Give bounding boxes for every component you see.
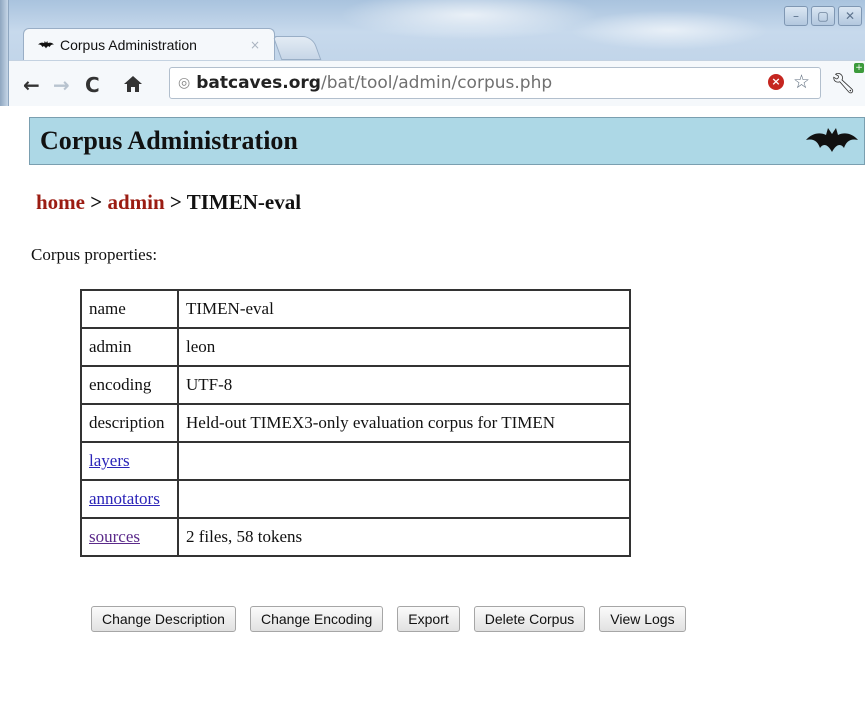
maximize-icon[interactable]: ▢	[811, 6, 835, 26]
layers-link[interactable]: layers	[89, 451, 130, 470]
sky-decoration	[569, 10, 769, 50]
breadcrumb-separator: >	[85, 190, 108, 214]
table-row: encoding UTF-8	[80, 365, 631, 405]
table-row: admin leon	[80, 327, 631, 367]
property-value	[177, 441, 631, 481]
delete-corpus-button[interactable]: Delete Corpus	[473, 606, 586, 632]
table-row: name TIMEN-eval	[80, 289, 631, 329]
breadcrumb-separator: >	[164, 190, 187, 214]
address-bar[interactable]: ◎ batcaves.org /bat/tool/admin/corpus.ph…	[169, 67, 821, 99]
bat-icon	[806, 128, 858, 152]
browser-tab[interactable]: Corpus Administration ×	[23, 28, 275, 61]
breadcrumb-current: TIMEN-eval	[186, 190, 302, 214]
forward-icon[interactable]: →	[53, 73, 70, 97]
browser-chrome: – ▢ ✕ Corpus Administration × ← → C ◎ ba…	[8, 0, 865, 107]
tab-title: Corpus Administration	[60, 37, 197, 53]
table-row: annotators	[80, 479, 631, 519]
sky-decoration	[339, 0, 599, 40]
url-host: batcaves.org	[196, 73, 321, 93]
star-icon[interactable]: ☆	[793, 71, 810, 93]
bat-icon	[38, 41, 54, 49]
property-key: encoding	[80, 365, 179, 405]
table-row: description Held-out TIMEX3-only evaluat…	[80, 403, 631, 443]
page-header: Corpus Administration	[29, 117, 865, 165]
annotators-link[interactable]: annotators	[89, 489, 160, 508]
close-icon[interactable]: ✕	[838, 6, 862, 26]
action-buttons: Change Description Change Encoding Expor…	[91, 606, 686, 632]
page-content: Corpus Administration home > admin > TIM…	[0, 106, 865, 711]
properties-table: name TIMEN-eval admin leon encoding UTF-…	[80, 289, 631, 557]
property-value	[177, 479, 631, 519]
url-path: /bat/tool/admin/corpus.php	[320, 73, 553, 93]
back-icon[interactable]: ←	[23, 73, 40, 97]
property-value: UTF-8	[177, 365, 631, 405]
breadcrumb-home-link[interactable]: home	[36, 190, 85, 214]
home-icon[interactable]	[123, 75, 143, 93]
reload-icon[interactable]: C	[85, 73, 100, 97]
new-tab-button[interactable]	[272, 36, 322, 60]
export-button[interactable]: Export	[397, 606, 460, 632]
property-key-cell: sources	[80, 517, 179, 557]
view-logs-button[interactable]: View Logs	[599, 606, 686, 632]
update-badge-icon: +	[854, 63, 864, 73]
property-value: 2 files, 58 tokens	[177, 517, 631, 557]
property-key: admin	[80, 327, 179, 367]
change-encoding-button[interactable]: Change Encoding	[249, 606, 384, 632]
property-key-cell: annotators	[80, 479, 179, 519]
browser-toolbar: ← → C ◎ batcaves.org /bat/tool/admin/cor…	[9, 60, 865, 107]
property-key-cell: layers	[80, 441, 179, 481]
property-value: leon	[177, 327, 631, 367]
property-value: TIMEN-eval	[177, 289, 631, 329]
globe-icon: ◎	[178, 75, 191, 91]
property-key: description	[80, 403, 179, 443]
property-key: name	[80, 289, 179, 329]
table-row: layers	[80, 441, 631, 481]
section-label: Corpus properties:	[31, 245, 158, 264]
table-row: sources 2 files, 58 tokens	[80, 517, 631, 557]
sources-link[interactable]: sources	[89, 527, 140, 546]
property-value: Held-out TIMEX3-only evaluation corpus f…	[177, 403, 631, 443]
minimize-icon[interactable]: –	[784, 6, 808, 26]
wrench-icon[interactable]: 🔧︎	[831, 71, 856, 95]
breadcrumb-admin-link[interactable]: admin	[107, 190, 164, 214]
breadcrumb: home > admin > TIMEN-eval	[36, 190, 301, 215]
tab-close-icon[interactable]: ×	[250, 38, 260, 52]
change-description-button[interactable]: Change Description	[91, 606, 236, 632]
blocked-icon[interactable]: ×	[768, 74, 784, 90]
page-title: Corpus Administration	[40, 126, 298, 155]
window-controls: – ▢ ✕	[784, 6, 862, 26]
